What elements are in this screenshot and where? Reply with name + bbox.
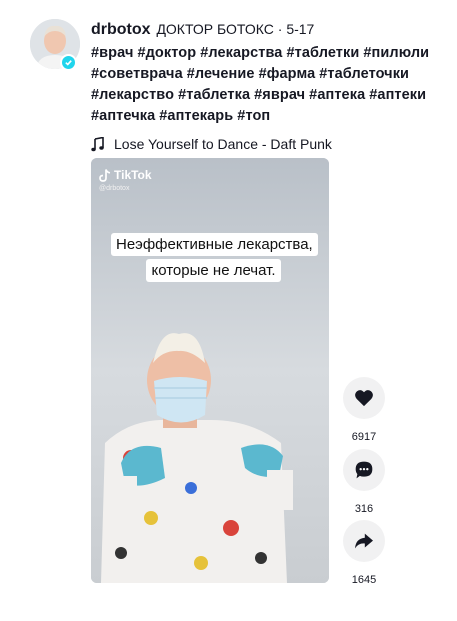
- tiktok-watermark-text: TikTok: [114, 168, 152, 182]
- hashtag-link[interactable]: #доктор: [137, 43, 196, 64]
- music-note-icon: [91, 136, 104, 151]
- hashtag-link[interactable]: #фарма: [259, 64, 316, 85]
- hashtag-link[interactable]: #таблеточки: [319, 64, 409, 85]
- like-button[interactable]: [343, 377, 385, 419]
- author-nickname[interactable]: ДОКТОР БОТОКС: [156, 21, 273, 37]
- video-player[interactable]: TikTok @drbotox Неэффективные лекарства,…: [91, 158, 329, 583]
- hashtag-link[interactable]: #топ: [237, 106, 270, 127]
- tiktok-watermark: TikTok: [99, 168, 152, 182]
- comment-action: 316: [343, 449, 385, 515]
- hashtag-link[interactable]: #аптеки: [369, 85, 426, 106]
- hashtag-link[interactable]: #лечение: [187, 64, 255, 85]
- share-action: 1645: [343, 520, 385, 586]
- video-caption-text: Неэффективные лекарства, которые не леча…: [111, 233, 318, 282]
- hashtag-link[interactable]: #яврач: [254, 85, 305, 106]
- comment-count: 316: [354, 503, 374, 515]
- tiktok-logo-icon: [99, 168, 111, 182]
- author-line: drbotox ДОКТОР БОТОКС · 5-17: [91, 20, 436, 39]
- share-count: 1645: [351, 574, 377, 586]
- post-header: drbotox ДОКТОР БОТОКС · 5-17 #врач #докто…: [91, 20, 436, 152]
- like-count: 6917: [351, 431, 377, 443]
- author-username[interactable]: drbotox: [91, 21, 151, 38]
- hashtag-link[interactable]: #таблетки: [286, 43, 359, 64]
- hashtag-link[interactable]: #советврача: [91, 64, 183, 85]
- date-separator: ·: [273, 21, 287, 37]
- hashtag-link[interactable]: #лекарства: [200, 43, 282, 64]
- hashtag-link[interactable]: #врач: [91, 43, 133, 64]
- like-action: 6917: [343, 377, 385, 443]
- video-frame: [91, 158, 329, 583]
- hashtag-link[interactable]: #аптечка: [91, 106, 155, 127]
- music-link[interactable]: Lose Yourself to Dance - Daft Punk: [91, 136, 436, 152]
- post-date: 5-17: [286, 21, 315, 37]
- music-title: Lose Yourself to Dance - Daft Punk: [114, 136, 332, 152]
- share-button[interactable]: [343, 520, 385, 562]
- hashtag-link[interactable]: #аптека: [309, 85, 365, 106]
- heart-icon: [355, 390, 373, 407]
- hashtag-link[interactable]: #пилюли: [363, 43, 429, 64]
- hashtag-list: #врач #доктор #лекарства #таблетки #пилюли #с…: [91, 43, 436, 127]
- hashtag-link[interactable]: #лекарство: [91, 85, 174, 106]
- verified-badge-icon: [60, 54, 77, 71]
- comment-button[interactable]: [343, 449, 385, 491]
- video-caption: Неэффективные лекарства, которые не леча…: [111, 232, 318, 284]
- comment-icon: [355, 461, 373, 479]
- tiktok-watermark-handle: @drbotox: [99, 185, 130, 192]
- hashtag-link[interactable]: #таблетка: [178, 85, 250, 106]
- hashtag-link[interactable]: #аптекарь: [159, 106, 233, 127]
- share-icon: [355, 533, 373, 549]
